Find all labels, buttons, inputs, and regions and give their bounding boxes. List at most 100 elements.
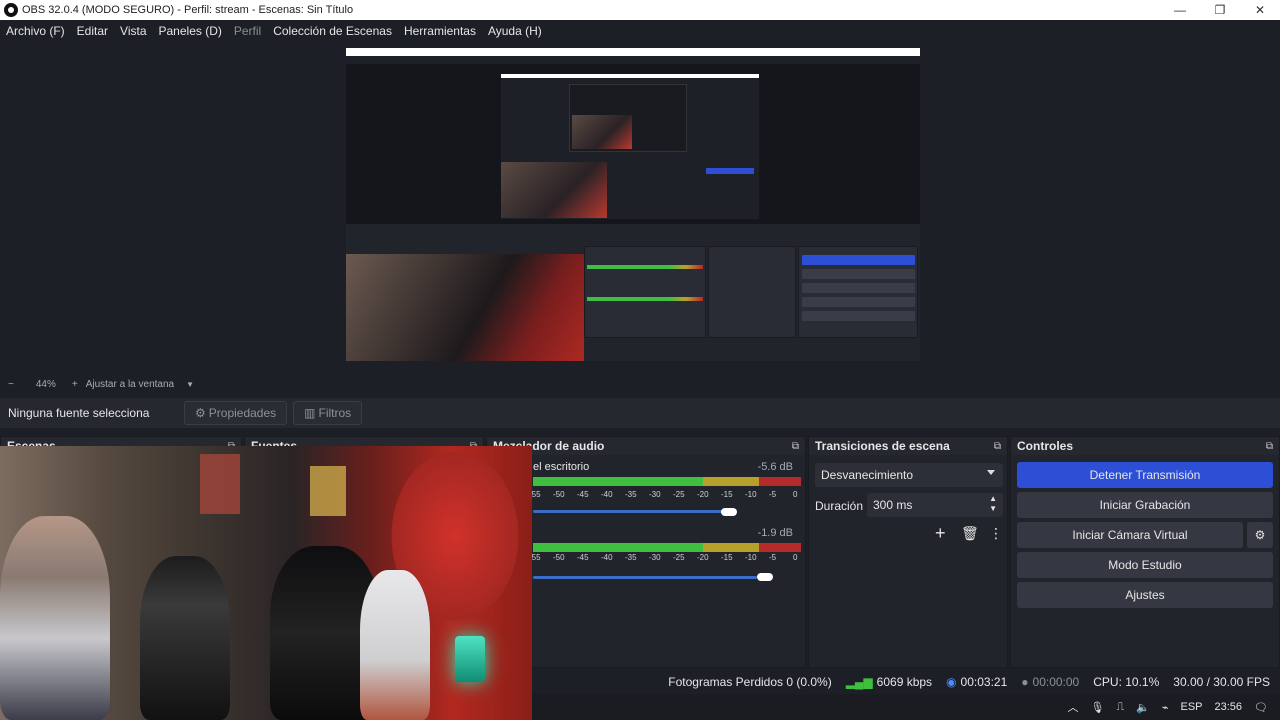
title-bar: OBS 32.0.4 (MODO SEGURO) - Perfil: strea… — [0, 0, 1280, 20]
add-icon[interactable]: + — [935, 523, 946, 544]
properties-button[interactable]: ⚙ Propiedades — [184, 401, 288, 425]
notifications-icon[interactable]: 🗨 — [1254, 701, 1268, 714]
nested-transitions — [708, 246, 796, 338]
meter-green — [533, 543, 703, 552]
maximize-button[interactable]: ❐ — [1200, 0, 1240, 20]
undock-icon[interactable]: ⧉ — [1266, 441, 1273, 452]
meter-tick-label: -15 — [721, 553, 733, 562]
trash-icon[interactable]: 🗑 — [961, 525, 979, 542]
clock[interactable]: 23:56 — [1215, 701, 1243, 713]
audio-track-desktop: el escritorio -5.6 dB -55 -50 -45 -40 -35 -30… — [487, 459, 801, 519]
menu-scene-collection[interactable]: Colección de Escenas — [267, 24, 398, 38]
track-db: -5.6 dB — [757, 461, 793, 473]
status-bar: Fotogramas Perdidos 0 (0.0%) ▂▄▆ 6069 kb… — [532, 672, 1280, 692]
nested-btn-1 — [802, 255, 915, 265]
studio-mode-button[interactable]: Modo Estudio — [1017, 552, 1273, 578]
nested-obs-window — [346, 56, 920, 371]
zoom-fit-select[interactable]: Ajustar a la ventana — [86, 379, 174, 390]
meter-tick-label: -40 — [601, 553, 613, 562]
meter-tick-label: -25 — [673, 490, 685, 499]
volume-slider-handle[interactable] — [757, 573, 773, 581]
menu-file[interactable]: Archivo (F) — [0, 24, 71, 38]
undock-icon[interactable]: ⧉ — [994, 441, 1001, 452]
person — [140, 556, 230, 720]
record-icon: ● — [1021, 675, 1029, 689]
menu-docks[interactable]: Paneles (D) — [153, 24, 228, 38]
cpu-usage: CPU: 10.1% — [1093, 675, 1160, 689]
meter-tick-label: -20 — [697, 553, 709, 562]
microphone-icon[interactable]: 🎙 — [1090, 701, 1104, 714]
meter-tick-label: -45 — [577, 490, 589, 499]
filters-button[interactable]: ▥ Filtros — [293, 401, 363, 425]
record-timer: ● 00:00:00 — [1021, 675, 1079, 689]
bitrate-indicator: ▂▄▆ 6069 kbps — [846, 675, 932, 689]
chevron-up-icon[interactable]: ︿ — [1067, 699, 1078, 715]
preview-zoom-bar: − 44% + Ajustar a la ventana ▼ — [0, 376, 1280, 392]
lamp — [455, 636, 485, 682]
meter-green — [533, 477, 703, 486]
more-icon[interactable]: ⋮ — [989, 525, 1003, 542]
meter-tick-label: -5 — [769, 490, 777, 499]
program-preview[interactable] — [0, 42, 1280, 374]
signal-icon: ▂▄▆ — [845, 675, 873, 689]
audio-track-mic: -1.9 dB -55 -50 -45 -40 -35 -30 -25 -20 -15 -10 -5… — [487, 521, 801, 581]
nested-meter-2 — [587, 297, 703, 301]
volume-slider[interactable] — [533, 510, 723, 513]
nested-controls — [798, 246, 918, 338]
obs-logo-icon — [4, 3, 18, 17]
usb-icon[interactable]: ⎍ — [1116, 701, 1124, 714]
meter-tick-label: -35 — [625, 490, 637, 499]
gear-icon: ⚙ — [195, 406, 206, 420]
language-indicator[interactable]: ESP — [1180, 701, 1202, 713]
fps: 30.00 / 30.00 FPS — [1173, 675, 1270, 689]
volume-slider-handle[interactable] — [721, 508, 737, 516]
nested-menu — [346, 56, 920, 64]
stream-time: 00:03:21 — [960, 675, 1008, 689]
transitions-title: Transiciones de escena — [815, 439, 950, 453]
stepper-arrows-icon[interactable]: ▲ ▼ — [989, 494, 997, 514]
windows-taskbar: ︿ 🎙 ⎍ 🔈 ⌁ ESP 23:56 🗨 — [532, 694, 1280, 720]
dropped-frames: Fotogramas Perdidos 0 (0.0%) — [668, 675, 832, 689]
menu-profile[interactable]: Perfil — [228, 24, 267, 38]
virtual-cam-settings-button[interactable]: ⚙ — [1247, 522, 1273, 548]
undock-icon[interactable]: ⧉ — [792, 441, 799, 452]
menu-view[interactable]: Vista — [114, 24, 152, 38]
duration-input[interactable]: 300 ms ▲ ▼ — [867, 493, 1003, 517]
transition-select[interactable]: Desvanecimiento — [815, 463, 1003, 487]
filter-icon: ▥ — [304, 406, 316, 420]
meter-tick-label: -35 — [625, 553, 637, 562]
network-icon[interactable]: ⌁ — [1162, 701, 1169, 714]
track-db: -1.9 dB — [757, 527, 793, 539]
chevron-down-icon[interactable]: ▼ — [186, 380, 194, 389]
settings-button[interactable]: Ajustes — [1017, 582, 1273, 608]
nested-preview-level3 — [569, 84, 687, 152]
controls-header: Controles ⧉ — [1011, 437, 1279, 455]
meter-tick-label: -5 — [769, 553, 777, 562]
duration-label: Duración — [815, 499, 864, 513]
speaker-icon[interactable]: 🔈 — [1136, 701, 1150, 714]
meter-tick-label: -20 — [697, 490, 709, 499]
gear-icon: ⚙ — [1254, 528, 1266, 542]
nested-mixer — [584, 246, 706, 338]
duration-value: 300 ms — [873, 498, 913, 512]
menu-help[interactable]: Ayuda (H) — [482, 24, 548, 38]
meter-tick-label: -25 — [673, 553, 685, 562]
menu-edit[interactable]: Editar — [71, 24, 114, 38]
nested-cam-level2 — [501, 162, 607, 218]
nested-meter-1 — [587, 265, 703, 269]
nested-stop-btn — [706, 168, 754, 174]
nested-btn-5 — [802, 311, 915, 321]
stop-stream-button[interactable]: Detener Transmisión — [1017, 462, 1273, 488]
minimize-button[interactable]: — — [1160, 0, 1200, 20]
controls-title: Controles — [1017, 439, 1074, 453]
close-button[interactable]: ✕ — [1240, 0, 1280, 20]
zoom-in-button[interactable]: + — [72, 379, 78, 390]
start-virtual-cam-button[interactable]: Iniciar Cámara Virtual — [1017, 522, 1243, 548]
zoom-out-button[interactable]: − — [8, 379, 14, 390]
preview-capture-image — [346, 48, 920, 371]
volume-slider[interactable] — [533, 576, 757, 579]
start-recording-button[interactable]: Iniciar Grabación — [1017, 492, 1273, 518]
nested-title — [346, 48, 920, 56]
menu-tools[interactable]: Herramientas — [398, 24, 482, 38]
context-bar: Ninguna fuente selecciona ⚙ Propiedades … — [0, 398, 1280, 428]
